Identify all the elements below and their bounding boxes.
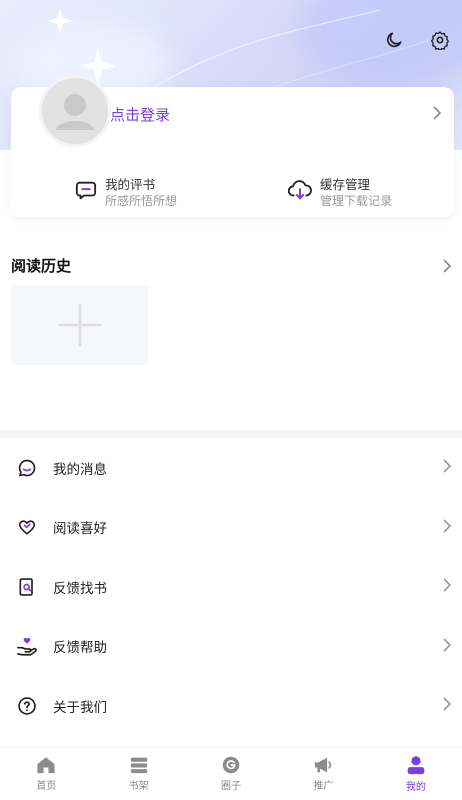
quick-action-title: 我的评书 <box>105 177 156 192</box>
tab-label: 我的 <box>405 782 426 793</box>
tab-promote[interactable]: 推广 <box>277 748 369 800</box>
tab-home[interactable]: 首页 <box>0 748 92 800</box>
user-card: 点击登录 我的评书 所感所悟所想 缓存管理 管理下载记录 <box>11 75 454 217</box>
menu-item-feedback-find-book[interactable]: 反馈找书 <box>0 557 462 617</box>
tab-mine[interactable]: 我的 <box>370 748 462 800</box>
settings-menu: 我的消息 阅读喜好 反馈找书 反馈帮助 关于我们 <box>0 438 462 736</box>
gear-icon[interactable] <box>428 28 452 52</box>
quick-actions: 我的评书 所感所悟所想 缓存管理 管理下载记录 <box>11 177 454 217</box>
heart-icon <box>16 516 38 538</box>
cloud-download-icon <box>287 179 312 205</box>
login-link[interactable]: 点击登录 <box>110 104 170 125</box>
bottom-tab-bar: 首页 书架 圈子 推广 我的 <box>0 747 462 800</box>
plus-icon <box>58 304 101 346</box>
megaphone-icon <box>315 757 332 773</box>
tab-circle[interactable]: 圈子 <box>185 748 277 800</box>
add-history-button[interactable] <box>11 285 148 365</box>
message-icon <box>16 457 38 479</box>
circle-icon <box>222 756 240 774</box>
user-icon <box>407 756 425 775</box>
menu-item-reading-preferences[interactable]: 阅读喜好 <box>0 498 462 558</box>
quick-action-subtitle: 管理下载记录 <box>320 194 393 208</box>
section-divider <box>0 430 462 438</box>
chevron-right-icon[interactable] <box>442 258 452 277</box>
chevron-right-icon[interactable] <box>432 105 442 124</box>
quick-action-reviews[interactable]: 我的评书 所感所悟所想 <box>75 177 177 209</box>
menu-item-about-us[interactable]: 关于我们 <box>0 676 462 736</box>
question-circle-icon <box>16 695 38 717</box>
chevron-right-icon <box>442 518 452 537</box>
chevron-right-icon <box>442 637 452 656</box>
menu-item-messages[interactable]: 我的消息 <box>0 438 462 498</box>
chevron-right-icon <box>442 696 452 715</box>
menu-item-label: 阅读喜好 <box>53 521 107 538</box>
tab-label: 圈子 <box>221 781 242 792</box>
tab-label: 书架 <box>128 781 149 792</box>
avatar[interactable] <box>39 75 111 147</box>
help-hand-icon <box>16 635 38 657</box>
moon-icon[interactable] <box>382 28 406 52</box>
menu-item-label: 关于我们 <box>53 699 107 716</box>
quick-action-title: 缓存管理 <box>320 177 371 192</box>
reading-history-title: 阅读历史 <box>11 257 72 275</box>
comment-bubble-icon <box>75 179 97 205</box>
quick-action-subtitle: 所感所悟所想 <box>105 194 178 208</box>
bookshelf-icon <box>130 757 147 774</box>
tab-bookshelf[interactable]: 书架 <box>92 748 184 800</box>
quick-action-cache[interactable]: 缓存管理 管理下载记录 <box>287 177 393 209</box>
menu-item-label: 反馈找书 <box>53 580 107 597</box>
menu-item-label: 反馈帮助 <box>53 640 107 657</box>
chevron-right-icon <box>442 458 452 477</box>
default-avatar-icon <box>56 94 94 130</box>
menu-item-feedback-help[interactable]: 反馈帮助 <box>0 617 462 677</box>
home-icon <box>37 757 55 774</box>
search-book-icon <box>16 576 38 598</box>
tab-label: 首页 <box>36 781 57 792</box>
chevron-right-icon <box>442 577 452 596</box>
menu-item-label: 我的消息 <box>53 461 107 478</box>
tab-label: 推广 <box>313 781 334 792</box>
